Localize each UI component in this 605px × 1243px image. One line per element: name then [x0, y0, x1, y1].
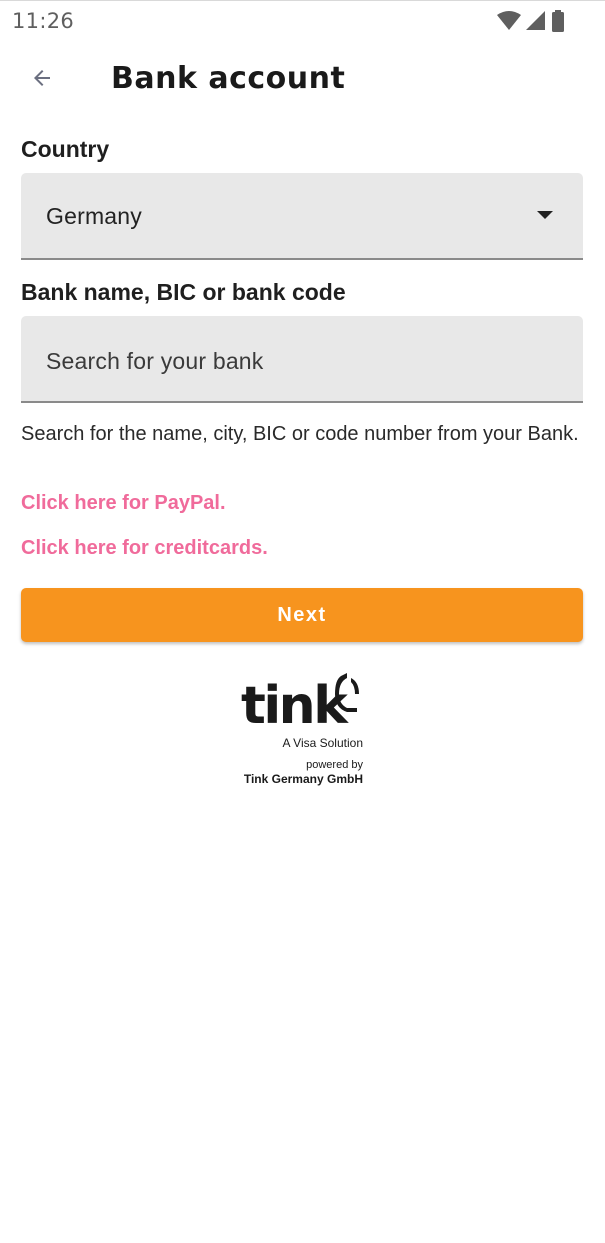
country-label: Country [21, 136, 110, 162]
tink-tagline: A Visa Solution [282, 736, 363, 750]
bank-label: Bank name, BIC or bank code [21, 279, 346, 305]
status-bar: 11:26 [0, 0, 605, 40]
page-title: Bank account [111, 61, 346, 96]
battery-icon [551, 10, 565, 32]
bank-search-field [21, 316, 583, 403]
tink-logo-text: tink [241, 676, 348, 736]
status-icons [497, 10, 565, 32]
tink-branding: tink A Visa Solution powered by Tink Ger… [240, 670, 365, 790]
country-select[interactable]: Germany [21, 173, 583, 260]
country-value: Germany [46, 203, 142, 229]
status-time: 11:26 [12, 9, 75, 33]
tink-company: Tink Germany GmbH [243, 772, 363, 786]
bank-search-input[interactable] [46, 341, 556, 381]
wifi-icon [497, 11, 521, 31]
tink-logo-mark [335, 673, 359, 712]
bank-helper-text: Search for the name, city, BIC or code n… [21, 423, 579, 445]
app-bar: Bank account [0, 48, 605, 112]
tink-powered-by: powered by [306, 759, 363, 771]
arrow-left-icon [30, 66, 54, 95]
caret-down-icon [537, 211, 553, 219]
signal-icon [526, 11, 546, 31]
back-button[interactable] [22, 60, 62, 100]
creditcards-link[interactable]: Click here for creditcards. [21, 537, 268, 560]
paypal-link[interactable]: Click here for PayPal. [21, 492, 226, 515]
next-button[interactable]: Next [21, 588, 583, 642]
